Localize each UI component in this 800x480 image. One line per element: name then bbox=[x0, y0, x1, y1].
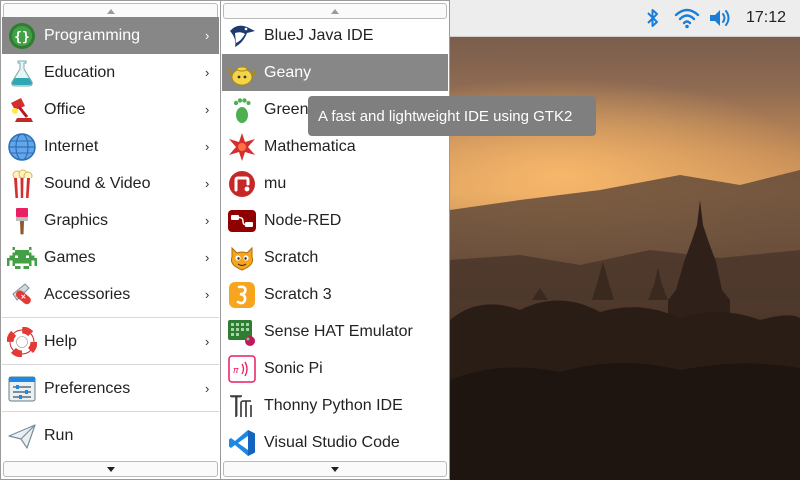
menu-item-internet[interactable]: Internet › bbox=[2, 128, 219, 165]
submenu-scroll-down[interactable] bbox=[223, 461, 447, 477]
menu-item-label: Games bbox=[44, 248, 96, 266]
submenu-item-label: Sonic Pi bbox=[264, 359, 323, 377]
paper-plane-icon bbox=[6, 420, 38, 452]
sliders-icon bbox=[6, 373, 38, 405]
submenu-item-label: Geany bbox=[264, 63, 312, 81]
submenu-item-scratch-3[interactable]: Scratch 3 bbox=[222, 276, 448, 313]
main-menu-scroll-down[interactable] bbox=[3, 461, 218, 477]
submenu-item-scratch[interactable]: Scratch bbox=[222, 239, 448, 276]
menu-item-run[interactable]: Run bbox=[2, 417, 219, 454]
submenu-item-label: Thonny Python IDE bbox=[264, 396, 403, 414]
scroll-up-icon bbox=[331, 8, 339, 14]
submenu-item-geany[interactable]: Geany bbox=[222, 54, 448, 91]
mu-editor-icon bbox=[226, 168, 258, 200]
submenu-item-label: Scratch bbox=[264, 248, 319, 266]
menu-item-label: Internet bbox=[44, 137, 99, 155]
scratch-cat-icon bbox=[226, 242, 258, 274]
menu-item-label: Help bbox=[44, 332, 77, 350]
programming-icon: {} bbox=[6, 20, 38, 52]
scroll-down-icon bbox=[331, 466, 339, 472]
bluej-bird-icon bbox=[226, 20, 258, 52]
vscode-icon bbox=[226, 427, 258, 459]
submenu-item-bluej[interactable]: BlueJ Java IDE bbox=[222, 17, 448, 54]
menu-item-label: Education bbox=[44, 63, 116, 81]
menu-item-office[interactable]: Office › bbox=[2, 91, 219, 128]
system-tray: 17:12 bbox=[636, 0, 800, 36]
menu-item-label: Graphics bbox=[44, 211, 109, 229]
submenu-item-vscode[interactable]: Visual Studio Code bbox=[222, 424, 448, 461]
scroll-down-icon bbox=[106, 466, 115, 472]
greenfoot-footprint-icon bbox=[226, 94, 258, 126]
submenu-item-label: Scratch 3 bbox=[264, 285, 332, 303]
geany-tooltip: A fast and lightweight IDE using GTK2 bbox=[308, 96, 596, 136]
programming-submenu: BlueJ Java IDE Geany Greenfoot Mathemati… bbox=[220, 0, 450, 480]
node-red-icon bbox=[226, 205, 258, 237]
submenu-item-label: Visual Studio Code bbox=[264, 433, 400, 451]
menu-item-sound-video[interactable]: Sound & Video › bbox=[2, 165, 219, 202]
chevron-right-icon: › bbox=[205, 102, 210, 117]
chevron-right-icon: › bbox=[205, 65, 210, 80]
menu-item-label: Preferences bbox=[44, 379, 131, 397]
menu-item-help[interactable]: Help › bbox=[2, 323, 219, 360]
menu-item-label: Accessories bbox=[44, 285, 131, 303]
menu-item-education[interactable]: Education › bbox=[2, 54, 219, 91]
geany-teapot-icon bbox=[226, 57, 258, 89]
menu-item-label: Run bbox=[44, 426, 74, 444]
chevron-right-icon: › bbox=[205, 381, 210, 396]
chevron-right-icon: › bbox=[205, 176, 210, 191]
menu-item-preferences[interactable]: Preferences › bbox=[2, 370, 219, 407]
svg-text:{}: {} bbox=[14, 30, 30, 45]
chevron-right-icon: › bbox=[205, 250, 210, 265]
mathematica-spikey-icon bbox=[226, 131, 258, 163]
sonic-pi-icon: π bbox=[226, 353, 258, 385]
chevron-right-icon: › bbox=[205, 139, 210, 154]
menu-item-games[interactable]: Games › bbox=[2, 239, 219, 276]
menu-separator bbox=[2, 411, 219, 412]
submenu-item-mu[interactable]: mu bbox=[222, 165, 448, 202]
volume-icon[interactable] bbox=[704, 0, 738, 36]
submenu-item-label: Node-RED bbox=[264, 211, 342, 229]
submenu-item-sonic-pi[interactable]: π Sonic Pi bbox=[222, 350, 448, 387]
chevron-right-icon: › bbox=[205, 28, 210, 43]
menu-item-accessories[interactable]: Accessories › bbox=[2, 276, 219, 313]
submenu-item-thonny[interactable]: Thonny Python IDE bbox=[222, 387, 448, 424]
submenu-item-label: BlueJ Java IDE bbox=[264, 26, 374, 44]
menu-separator bbox=[2, 364, 219, 365]
menu-item-graphics[interactable]: Graphics › bbox=[2, 202, 219, 239]
menu-item-label: Office bbox=[44, 100, 86, 118]
swiss-knife-icon bbox=[6, 279, 38, 311]
space-invader-icon bbox=[6, 242, 38, 274]
chevron-right-icon: › bbox=[205, 287, 210, 302]
lifebuoy-icon bbox=[6, 326, 38, 358]
menu-item-programming[interactable]: {} Programming › bbox=[2, 17, 219, 54]
globe-icon bbox=[6, 131, 38, 163]
flask-icon bbox=[6, 57, 38, 89]
desk-lamp-icon bbox=[6, 94, 38, 126]
svg-text:π: π bbox=[233, 366, 239, 376]
submenu-item-label: Mathematica bbox=[264, 137, 356, 155]
popcorn-icon bbox=[6, 168, 38, 200]
menu-item-label: Programming bbox=[44, 26, 141, 44]
submenu-item-label: Sense HAT Emulator bbox=[264, 322, 413, 340]
scroll-up-icon bbox=[106, 8, 115, 14]
scratch3-icon bbox=[226, 279, 258, 311]
paintbrush-icon bbox=[6, 205, 38, 237]
menu-separator bbox=[2, 317, 219, 318]
submenu-item-sense-hat[interactable]: Sense HAT Emulator bbox=[222, 313, 448, 350]
bluetooth-icon[interactable] bbox=[636, 0, 670, 36]
wifi-icon[interactable] bbox=[670, 0, 704, 36]
submenu-item-label: mu bbox=[264, 174, 287, 192]
menu-item-label: Sound & Video bbox=[44, 174, 151, 192]
chevron-right-icon: › bbox=[205, 213, 210, 228]
main-menu: {} Programming › Education › Office › In… bbox=[0, 0, 221, 480]
submenu-item-node-red[interactable]: Node-RED bbox=[222, 202, 448, 239]
clock[interactable]: 17:12 bbox=[738, 9, 800, 27]
chevron-right-icon: › bbox=[205, 334, 210, 349]
thonny-icon bbox=[226, 390, 258, 422]
sense-hat-icon bbox=[226, 316, 258, 348]
